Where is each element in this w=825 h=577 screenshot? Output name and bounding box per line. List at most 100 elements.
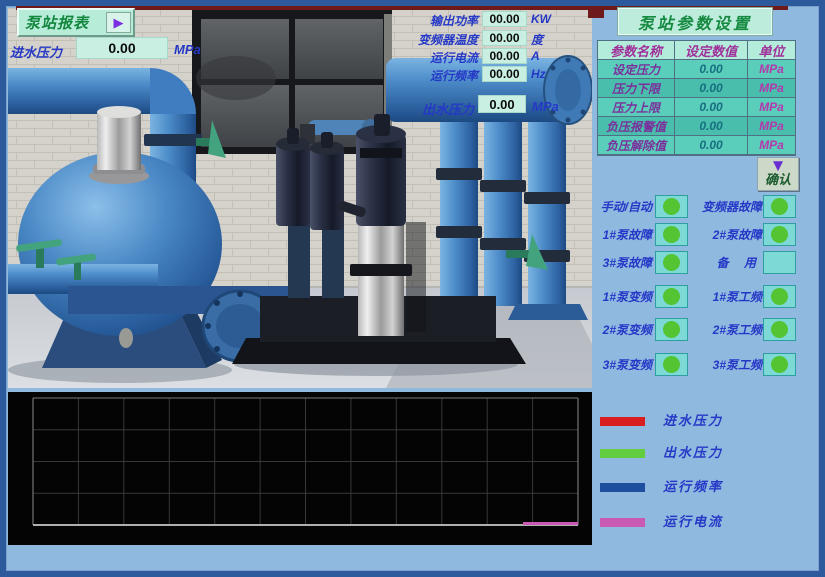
param-name: 设定压力 <box>598 60 675 79</box>
status-light <box>771 356 788 373</box>
outlet-pressure-unit: MPa <box>532 99 559 114</box>
status-light-box <box>655 251 688 274</box>
status-light-box <box>763 285 796 308</box>
status-light-box <box>655 318 688 341</box>
status-label: 3#泵工频 <box>690 353 762 377</box>
inlet-pressure-label: 进水压力 <box>10 42 74 61</box>
status-light-box <box>655 223 688 246</box>
outlet-pressure-value: 0.00 <box>478 95 526 113</box>
status-light <box>771 321 788 338</box>
status-light-box <box>763 318 796 341</box>
status-light-box <box>763 251 796 274</box>
parameter-table: 参数名称 设定数值 单位 设定压力 0.00 MPa 压力下限 0.00 MPa… <box>597 40 796 156</box>
legend-swatch-inlet <box>600 417 645 426</box>
param-value-input[interactable]: 0.00 <box>675 98 748 117</box>
status-light-box <box>655 353 688 376</box>
status-row: 1#泵变频 1#泵工频 <box>590 285 820 309</box>
status-light-box <box>763 223 796 246</box>
col-header-unit: 单位 <box>748 41 795 60</box>
settings-panel-title: 泵站参数设置 <box>618 8 772 35</box>
param-unit: MPa <box>748 136 795 155</box>
pump-station-3d-art <box>8 8 592 388</box>
param-name: 负压解除值 <box>598 136 675 155</box>
status-light <box>771 254 788 271</box>
top-maroon-tab <box>588 6 604 18</box>
status-label: 1#泵故障 <box>590 223 652 247</box>
param-unit: MPa <box>748 60 795 79</box>
legend-label-outlet: 出水压力 <box>663 442 723 461</box>
output-power-label: 输出功率 <box>368 12 478 29</box>
status-row: 3#泵变频 3#泵工频 <box>590 353 820 377</box>
status-light <box>663 321 680 338</box>
status-row: 1#泵故障 2#泵故障 <box>590 223 820 247</box>
run-current-label: 运行电流 <box>368 49 478 66</box>
status-light <box>663 198 680 215</box>
legend-label-current: 运行电流 <box>663 511 723 530</box>
param-unit: MPa <box>748 98 795 117</box>
param-value-input[interactable]: 0.00 <box>675 117 748 136</box>
run-current-trace <box>523 522 578 525</box>
status-light-box <box>655 285 688 308</box>
report-button-label: 泵站报表 <box>25 12 106 33</box>
status-label: 1#泵工频 <box>690 285 762 309</box>
status-light <box>663 356 680 373</box>
status-light <box>663 226 680 243</box>
param-name: 压力上限 <box>598 98 675 117</box>
col-header-name: 参数名称 <box>598 41 675 60</box>
legend-swatch-current <box>600 518 645 527</box>
param-value-input[interactable]: 0.00 <box>675 79 748 98</box>
status-label: 3#泵变频 <box>590 353 652 377</box>
param-name: 压力下限 <box>598 79 675 98</box>
status-label: 2#泵工频 <box>690 318 762 342</box>
inlet-pressure-unit: MPa <box>174 42 201 57</box>
status-label: 变频器故障 <box>690 195 762 219</box>
status-light-box <box>655 195 688 218</box>
report-button[interactable]: 泵站报表 ▶ <box>17 8 135 37</box>
status-light <box>663 288 680 305</box>
inverter-temp-unit: 度 <box>531 31 543 48</box>
inverter-temp-value: 00.00 <box>482 30 527 46</box>
status-label: 手动/自动 <box>590 195 652 219</box>
status-label: 2#泵故障 <box>690 223 762 247</box>
param-value-input[interactable]: 0.00 <box>675 136 748 155</box>
status-light <box>663 254 680 271</box>
status-light <box>771 198 788 215</box>
inverter-temp-label: 变频器温度 <box>368 31 478 48</box>
run-frequency-unit: Hz <box>531 67 546 81</box>
param-unit: MPa <box>748 79 795 98</box>
run-current-value: 00.00 <box>482 48 527 64</box>
status-light-box <box>763 353 796 376</box>
output-power-unit: KW <box>531 12 551 26</box>
param-value-input[interactable]: 0.00 <box>675 60 748 79</box>
pump-station-hmi-screen: 泵站报表 ▶ 进水压力 0.00 MPa 输出功率 00.00 KW 变频器温度… <box>0 0 825 577</box>
status-label: 3#泵故障 <box>590 251 652 275</box>
chart-grid <box>8 392 592 545</box>
run-frequency-value: 00.00 <box>482 66 527 82</box>
confirm-button[interactable]: ▼ 确认 <box>757 157 799 191</box>
trend-chart <box>8 392 592 545</box>
status-row: 3#泵故障 备 用 <box>590 251 820 275</box>
status-light-box <box>763 195 796 218</box>
param-name: 负压报警值 <box>598 117 675 136</box>
inlet-pressure-value: 0.00 <box>76 37 168 59</box>
run-current-unit: A <box>531 49 540 63</box>
output-power-value: 00.00 <box>482 11 527 27</box>
legend-label-inlet: 进水压力 <box>663 410 723 429</box>
play-icon: ▶ <box>106 12 131 33</box>
outlet-pressure-label: 出水压力 <box>374 99 474 118</box>
param-unit: MPa <box>748 117 795 136</box>
legend-swatch-outlet <box>600 449 645 458</box>
status-row: 2#泵变频 2#泵工频 <box>590 318 820 342</box>
status-light <box>771 226 788 243</box>
legend-swatch-frequency <box>600 483 645 492</box>
status-row: 手动/自动 变频器故障 <box>590 195 820 219</box>
col-header-value: 设定数值 <box>675 41 748 60</box>
pump-station-3d-view <box>8 8 592 388</box>
status-label: 备 用 <box>690 251 762 275</box>
confirm-button-label: 确认 <box>758 169 798 188</box>
legend-label-frequency: 运行频率 <box>663 476 723 495</box>
run-frequency-label: 运行频率 <box>368 67 478 84</box>
status-light <box>771 288 788 305</box>
status-label: 2#泵变频 <box>590 318 652 342</box>
status-label: 1#泵变频 <box>590 285 652 309</box>
